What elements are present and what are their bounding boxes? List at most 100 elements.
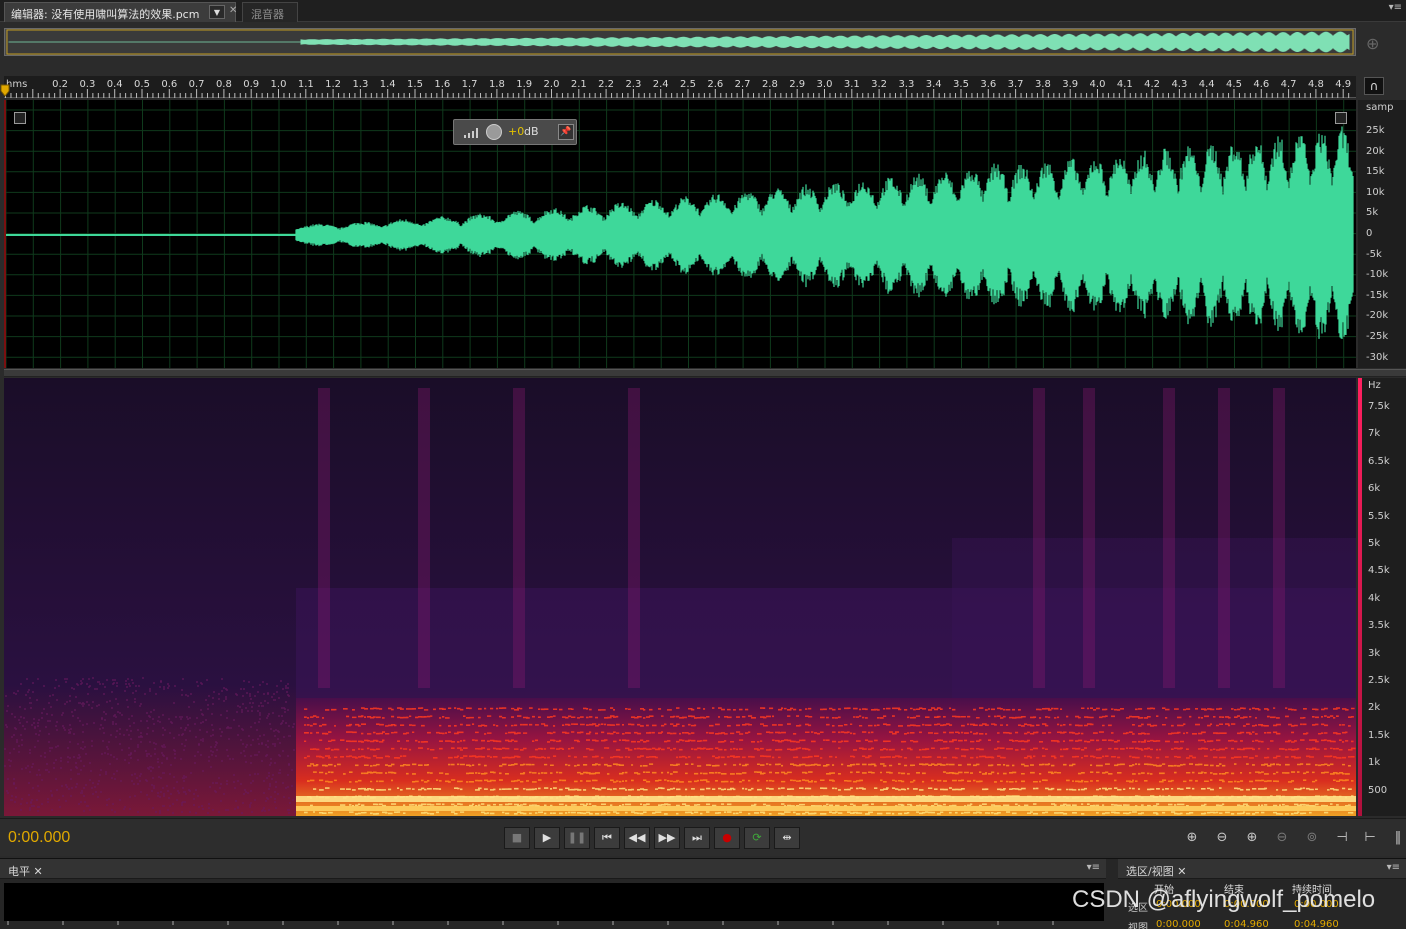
ruler-tick-label: 1.0: [270, 79, 287, 90]
file-dropdown-icon[interactable]: ▼: [209, 5, 225, 19]
frequency-tick-label: 2k: [1368, 702, 1381, 714]
view-duration-field[interactable]: 0:04.960: [1294, 919, 1339, 929]
play-button[interactable]: ▶: [534, 827, 560, 849]
amplitude-tick-label: -25k: [1366, 331, 1389, 342]
ruler-tick-label: 3.5: [953, 79, 969, 90]
waveform-spectral-splitter[interactable]: [4, 369, 1406, 377]
waveform-display[interactable]: [4, 100, 1356, 368]
level-panel-title: 电平 ✕: [8, 865, 43, 878]
overview-navigator[interactable]: [4, 28, 1356, 56]
tab-editor-label: 编辑器: 没有使用啸叫算法的效果.pcm: [11, 8, 200, 21]
ruler-tick-label: 0.6: [161, 79, 178, 90]
transport-bar: 0:00.000 ■ ▶ ❚❚ ⏮ ◀◀ ▶▶ ⏭ ● ⟳ ⇹ ⊕ ⊖ ⊕ ⊖ …: [0, 818, 1406, 856]
ruler-tick-label: 3.8: [1034, 79, 1051, 90]
ruler-tick-label: 3.9: [1062, 79, 1079, 90]
ruler-tick-label: 2.0: [543, 79, 560, 90]
zoom-to-selection-left-icon[interactable]: ⊣: [1330, 829, 1354, 847]
view-end-field[interactable]: 0:04.960: [1224, 919, 1269, 929]
frequency-tick-label: 4.5k: [1368, 565, 1390, 577]
row-view-label: 视图: [1128, 923, 1148, 929]
fast-forward-button[interactable]: ▶▶: [654, 827, 680, 849]
amplitude-tick-label: -5k: [1366, 248, 1382, 260]
zoom-out-time-icon[interactable]: ⊖: [1270, 829, 1294, 847]
amplitude-tick-label: 20k: [1366, 145, 1385, 157]
ruler-tick-label: 2.8: [761, 79, 778, 90]
panel-menu-icon[interactable]: ▾≡: [1389, 2, 1402, 13]
ruler-tick-label: 3.1: [843, 79, 860, 90]
amplitude-tick-label: 5k: [1366, 207, 1379, 219]
view-start-field[interactable]: 0:00.000: [1156, 919, 1201, 929]
ruler-tick-label: 3.4: [925, 79, 942, 90]
rewind-button[interactable]: ◀◀: [624, 827, 650, 849]
tab-mixer-label: 混音器: [251, 8, 284, 21]
loop-playback-button[interactable]: ⟳: [744, 827, 770, 849]
gain-value[interactable]: +0: [508, 125, 524, 138]
amplitude-tick-label: 10k: [1366, 186, 1385, 198]
selection-panel-header: 选区/视图 ✕ ▾≡: [1118, 859, 1406, 879]
spectrogram: [4, 378, 1356, 816]
ruler-tick-label: 1.5: [407, 79, 423, 90]
zoom-navigator-icon[interactable]: ⊕: [1366, 34, 1379, 53]
zoom-in-amplitude-icon[interactable]: ⊕: [1180, 829, 1204, 847]
zoom-corner-left-icon[interactable]: [14, 112, 26, 124]
headphones-icon[interactable]: ∩: [1364, 77, 1384, 95]
ruler-tick-label: 0.3: [79, 79, 96, 90]
ruler-tick-label: 3.2: [871, 79, 888, 90]
zoom-corner-right-icon[interactable]: [1335, 112, 1347, 124]
ruler-tick-label: 0.8: [215, 79, 232, 90]
ruler-tick-label: 1.8: [488, 79, 505, 90]
ruler-tick-label: 2.2: [598, 79, 615, 90]
frequency-scale: Hz 7.5k 7k 6.5k 6k 5.5k 5k 4.5k 4k 3.5k 3k 2.5k 2k 1…: [1358, 378, 1406, 816]
ruler-tick-label: 2.3: [625, 79, 642, 90]
ruler-tick-label: 1.4: [379, 79, 396, 90]
go-to-end-button[interactable]: ⏭: [684, 827, 710, 849]
zoom-to-selection-right-icon[interactable]: ⊢: [1358, 829, 1382, 847]
ruler-tick-label: 4.5: [1226, 79, 1242, 90]
spectral-display[interactable]: [4, 378, 1356, 816]
pin-icon[interactable]: 📌: [558, 124, 574, 140]
gain-hud[interactable]: +0 dB 📌: [453, 119, 577, 145]
frequency-tick-label: 3.5k: [1368, 620, 1390, 632]
playhead-marker-icon[interactable]: [0, 84, 10, 98]
record-button[interactable]: ●: [714, 827, 740, 849]
ruler-tick-label: 4.3: [1171, 79, 1188, 90]
zoom-out-amplitude-icon[interactable]: ⊖: [1210, 829, 1234, 847]
frequency-tick-label: 5.5k: [1368, 510, 1390, 522]
ruler-tick-label: 0.7: [188, 79, 205, 90]
selection-panel-title: 选区/视图 ✕: [1126, 865, 1187, 878]
zoom-full-icon[interactable]: ⊚: [1300, 829, 1324, 847]
level-panel-menu-icon[interactable]: ▾≡: [1087, 862, 1100, 873]
ruler-tick-label: 1.2: [325, 79, 342, 90]
ruler-tick-label: 4.9: [1335, 79, 1352, 90]
skip-selection-button[interactable]: ⇹: [774, 827, 800, 849]
frequency-tick-label: 6k: [1368, 483, 1381, 495]
go-to-start-button[interactable]: ⏮: [594, 827, 620, 849]
ruler-tick-label: 1.6: [434, 79, 451, 90]
stop-button[interactable]: ■: [504, 827, 530, 849]
time-ruler[interactable]: hms 0.2 0.3 0.4 0.5 0.6 0.7 0.8 0.9 1.0 1.1 1.2 1.3…: [4, 76, 1356, 98]
time-display: 0:00.000: [8, 829, 71, 846]
amplitude-unit: samp: [1366, 102, 1394, 113]
selection-panel-menu-icon[interactable]: ▾≡: [1387, 862, 1400, 873]
frequency-tick-label: 5k: [1368, 538, 1381, 549]
tab-mixer[interactable]: 混音器: [242, 2, 298, 22]
ruler-tick-label: 3.7: [1007, 79, 1024, 90]
pause-button[interactable]: ❚❚: [564, 827, 590, 849]
watermark: CSDN @aflyingwolf_pomelo: [1072, 886, 1376, 913]
ruler-tick-label: 1.9: [516, 79, 533, 90]
ruler-tick-label: 0.2: [52, 79, 69, 90]
ruler-tick-label: 2.6: [707, 79, 724, 90]
frequency-tick-label: 3k: [1368, 647, 1381, 659]
ruler-tick-label: 0.4: [106, 79, 123, 90]
tab-editor[interactable]: 编辑器: 没有使用啸叫算法的效果.pcm ▼ ✕: [4, 2, 237, 22]
frequency-tick-label: 2.5k: [1368, 675, 1390, 686]
ruler-tick-label: 1.1: [297, 79, 314, 90]
ruler-tick-label: 2.7: [734, 79, 751, 90]
ruler-tick-label: 2.9: [789, 79, 806, 90]
ruler-tick-label: 3.0: [816, 79, 833, 90]
gain-knob[interactable]: [486, 124, 502, 140]
zoom-out-full-icon[interactable]: ‖: [1386, 829, 1406, 847]
close-tab-icon[interactable]: ✕: [229, 5, 237, 16]
amplitude-tick-label: -10k: [1366, 269, 1389, 281]
zoom-in-time-icon[interactable]: ⊕: [1240, 829, 1264, 847]
